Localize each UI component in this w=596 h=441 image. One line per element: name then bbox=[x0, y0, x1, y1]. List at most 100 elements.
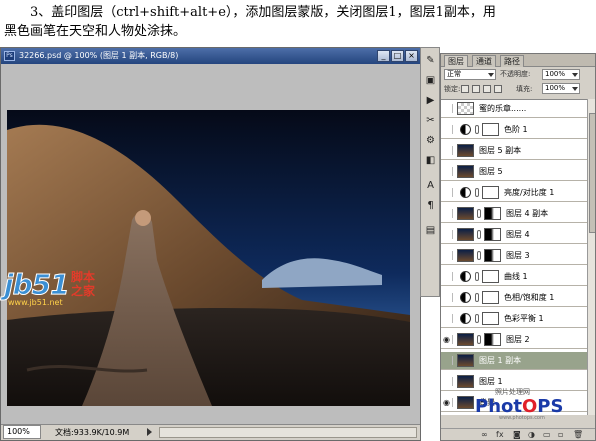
layer-thumbnail[interactable] bbox=[457, 249, 474, 262]
eye-icon[interactable] bbox=[443, 251, 453, 260]
maximize-button[interactable]: □ bbox=[391, 50, 404, 62]
document-image[interactable] bbox=[7, 110, 410, 406]
layer-thumbnail[interactable] bbox=[457, 102, 474, 115]
layer-row[interactable]: 图层 4 副本 bbox=[441, 205, 587, 223]
layer-row[interactable]: 色阶 1 bbox=[441, 121, 587, 139]
swatches-icon[interactable]: ◧ bbox=[423, 153, 438, 168]
status-menu-arrow-icon[interactable] bbox=[147, 428, 152, 436]
layer-thumbnail[interactable] bbox=[457, 207, 474, 220]
layer-row[interactable]: 图层 4 bbox=[441, 226, 587, 244]
brush-icon[interactable]: ✎ bbox=[423, 53, 438, 68]
layer-row[interactable]: 曲线 1 bbox=[441, 268, 587, 286]
lock-row: 锁定: 填充: 100% bbox=[441, 83, 595, 95]
document-title-bar[interactable]: Ps 32266.psd @ 100% (图层 1 副本, RGB/8) _ □… bbox=[1, 48, 420, 64]
character-icon[interactable]: A bbox=[423, 178, 438, 193]
layer-name: 图层 5 副本 bbox=[479, 146, 522, 155]
layer-thumbnail[interactable] bbox=[457, 396, 474, 409]
eye-icon[interactable] bbox=[443, 167, 453, 176]
fill-value: 100% bbox=[545, 84, 566, 92]
layer-style-icon[interactable]: fx bbox=[496, 429, 504, 440]
eye-icon[interactable] bbox=[443, 125, 453, 134]
layer-mask-thumbnail[interactable] bbox=[482, 291, 499, 304]
layer-thumbnail[interactable] bbox=[457, 228, 474, 241]
lock-transparency-icon[interactable] bbox=[461, 85, 469, 93]
lock-pixels-icon[interactable] bbox=[472, 85, 480, 93]
layer-thumbnail[interactable] bbox=[457, 354, 474, 367]
layer-name: 亮度/对比度 1 bbox=[504, 188, 555, 197]
status-bar: 100% 文档:933.9K/10.9M bbox=[1, 424, 420, 440]
history-icon[interactable]: ⚙ bbox=[423, 133, 438, 148]
eye-icon[interactable]: ◉ bbox=[443, 398, 453, 407]
layer-thumbnail[interactable] bbox=[457, 375, 474, 388]
layer-name: 图层 2 bbox=[506, 335, 530, 344]
lock-all-icon[interactable] bbox=[494, 85, 502, 93]
layer-row[interactable]: 色相/饱和度 1 bbox=[441, 289, 587, 307]
layer-row[interactable]: 色彩平衡 1 bbox=[441, 310, 587, 328]
tab-layers[interactable]: 图层 bbox=[444, 55, 468, 67]
adjustment-layer-icon[interactable]: ◑ bbox=[528, 429, 535, 440]
new-layer-icon[interactable]: ▫ bbox=[558, 429, 563, 440]
layers-scrollbar[interactable] bbox=[587, 99, 595, 415]
eye-icon[interactable] bbox=[443, 356, 453, 365]
eye-icon[interactable] bbox=[443, 272, 453, 281]
eye-icon[interactable] bbox=[443, 314, 453, 323]
layer-name: 色彩平衡 1 bbox=[504, 314, 544, 323]
delete-layer-icon[interactable]: 🗑 bbox=[573, 429, 583, 440]
paragraph-icon[interactable]: ¶ bbox=[423, 198, 438, 213]
layer-thumbnail[interactable] bbox=[457, 144, 474, 157]
layer-row[interactable]: 图层 1 副本 bbox=[441, 352, 587, 370]
adjustment-layer-icon bbox=[460, 271, 471, 282]
canvas-area[interactable] bbox=[1, 64, 420, 424]
layer-mask-thumbnail[interactable] bbox=[484, 207, 501, 220]
layer-row[interactable]: 图层 5 bbox=[441, 163, 587, 181]
opacity-field[interactable]: 100% bbox=[542, 69, 580, 80]
tab-paths[interactable]: 路径 bbox=[500, 55, 524, 67]
link-layers-icon[interactable]: ∞ bbox=[481, 429, 488, 440]
layer-mask-thumbnail[interactable] bbox=[482, 123, 499, 136]
blend-mode-select[interactable]: 正常 bbox=[444, 69, 496, 80]
panel-bottom-bar: ∞ fx ◙ ◑ ▭ ▫ 🗑 bbox=[441, 428, 595, 440]
fill-field[interactable]: 100% bbox=[542, 83, 580, 94]
layer-row[interactable]: 蜜的乐章...... bbox=[441, 100, 587, 118]
actions-icon[interactable]: ▶ bbox=[423, 93, 438, 108]
layer-row[interactable]: ◉ 图层 2 bbox=[441, 331, 587, 349]
horizontal-scrollbar[interactable] bbox=[159, 427, 417, 438]
add-mask-icon[interactable]: ◙ bbox=[513, 429, 521, 440]
layer-row[interactable]: 图层 3 bbox=[441, 247, 587, 265]
layer-name: 色阶 1 bbox=[504, 125, 528, 134]
new-group-icon[interactable]: ▭ bbox=[543, 429, 551, 440]
eye-icon[interactable] bbox=[443, 146, 453, 155]
zoom-field[interactable]: 100% bbox=[3, 425, 41, 439]
lock-position-icon[interactable] bbox=[483, 85, 491, 93]
layer-mask-thumbnail[interactable] bbox=[484, 228, 501, 241]
eye-icon[interactable] bbox=[443, 188, 453, 197]
navigator-icon[interactable]: ▣ bbox=[423, 73, 438, 88]
tab-channels[interactable]: 通道 bbox=[472, 55, 496, 67]
opacity-value: 100% bbox=[545, 70, 566, 78]
eye-icon[interactable] bbox=[443, 377, 453, 386]
eye-icon[interactable] bbox=[443, 293, 453, 302]
layer-row[interactable]: 亮度/对比度 1 bbox=[441, 184, 587, 202]
eye-icon[interactable] bbox=[443, 209, 453, 218]
eye-icon[interactable]: ◉ bbox=[443, 335, 453, 344]
layer-name: 色相/饱和度 1 bbox=[504, 293, 555, 302]
link-icon bbox=[475, 272, 479, 281]
document-title: 32266.psd @ 100% (图层 1 副本, RGB/8) bbox=[19, 51, 179, 60]
link-icon bbox=[475, 188, 479, 197]
layer-comps-icon[interactable]: ▤ bbox=[423, 223, 438, 238]
layer-name: 图层 3 bbox=[506, 251, 530, 260]
eye-icon[interactable] bbox=[443, 230, 453, 239]
tool-presets-icon[interactable]: ✂ bbox=[423, 113, 438, 128]
eye-icon[interactable] bbox=[443, 104, 453, 113]
layer-thumbnail[interactable] bbox=[457, 165, 474, 178]
layer-mask-thumbnail[interactable] bbox=[482, 312, 499, 325]
layer-thumbnail[interactable] bbox=[457, 333, 474, 346]
layer-mask-thumbnail[interactable] bbox=[482, 270, 499, 283]
minimize-button[interactable]: _ bbox=[377, 50, 390, 62]
tutorial-caption: 3、盖印图层（ctrl+shift+alt+e），添加图层蒙版，关闭图层1，图层… bbox=[0, 0, 596, 46]
layer-row[interactable]: 图层 5 副本 bbox=[441, 142, 587, 160]
layer-mask-thumbnail[interactable] bbox=[484, 333, 501, 346]
close-button[interactable]: × bbox=[405, 50, 418, 62]
layer-mask-thumbnail[interactable] bbox=[484, 249, 501, 262]
layer-mask-thumbnail[interactable] bbox=[482, 186, 499, 199]
